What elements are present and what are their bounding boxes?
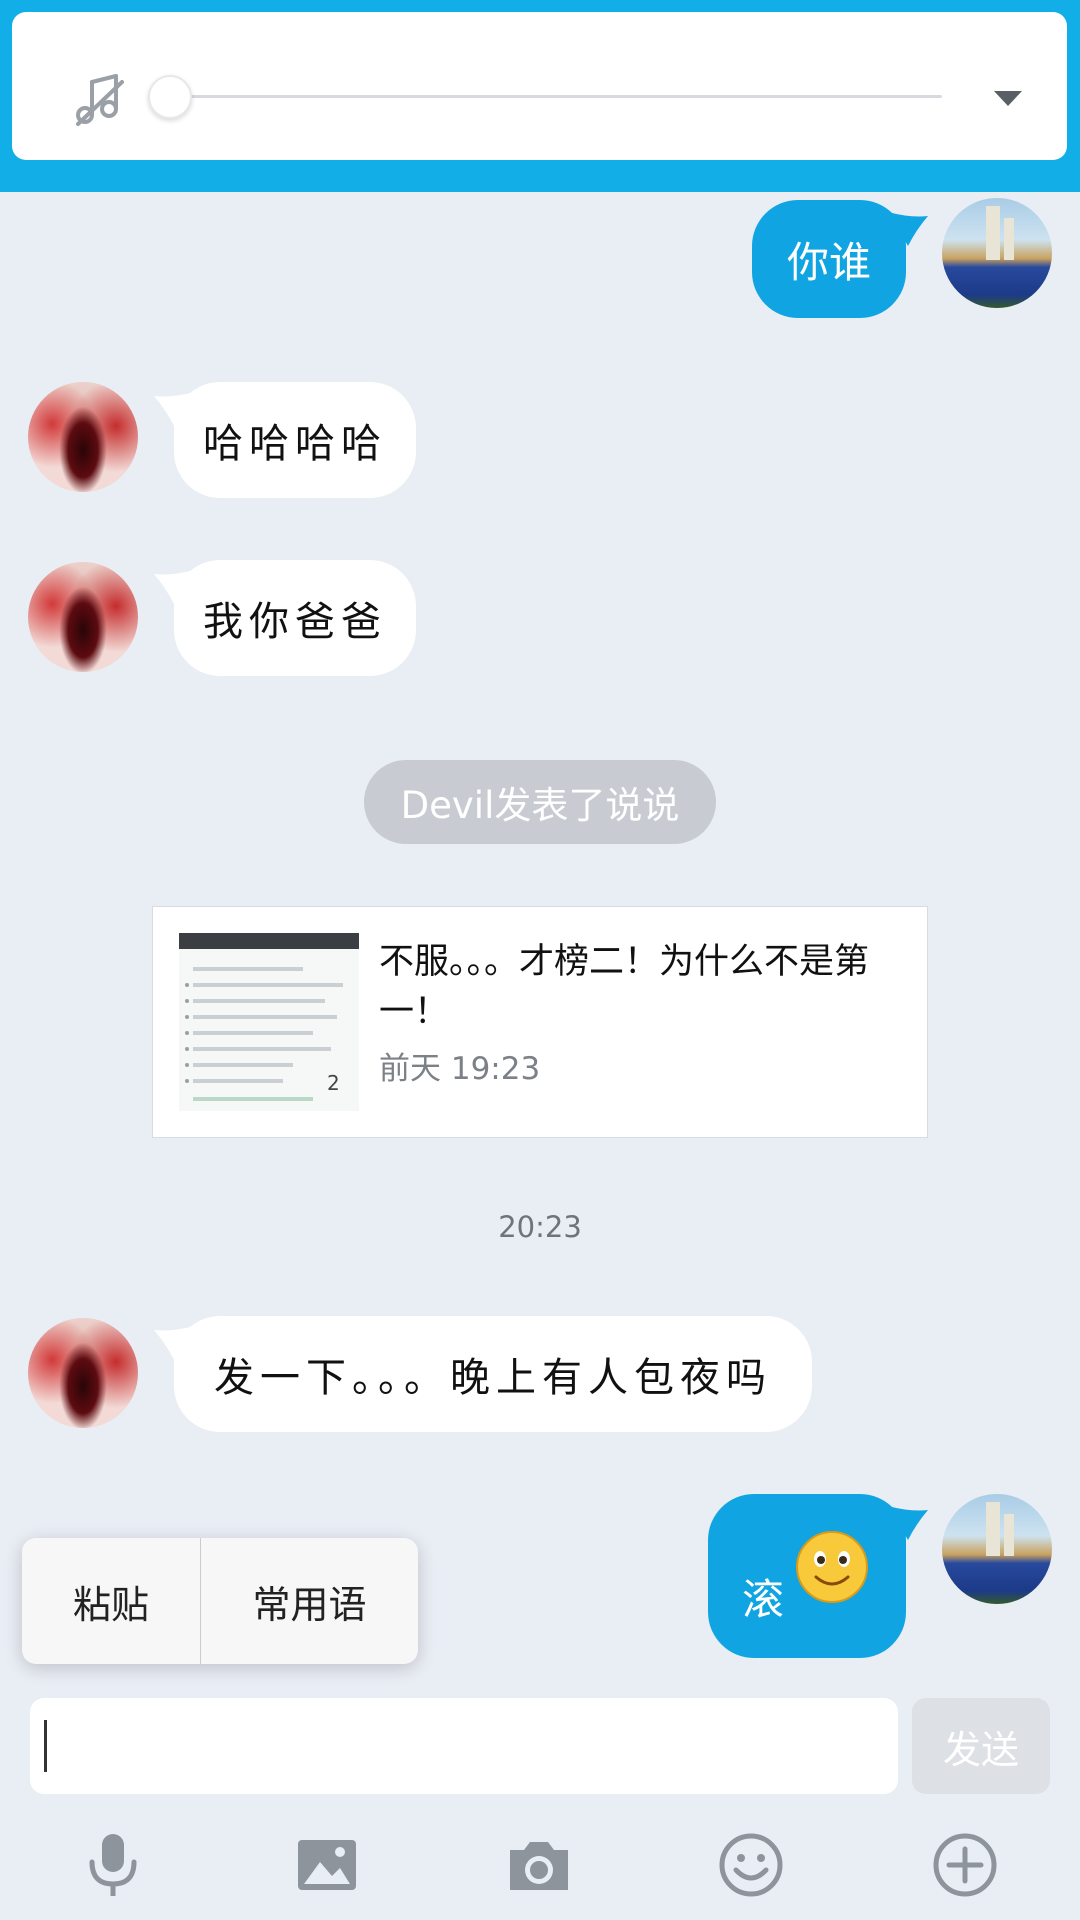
self-avatar[interactable] xyxy=(942,198,1052,308)
bubble-tail xyxy=(154,570,194,604)
context-menu: 粘贴 常用语 xyxy=(22,1538,418,1664)
image-icon[interactable] xyxy=(292,1830,362,1900)
devil-avatar[interactable] xyxy=(28,382,138,492)
system-notice[interactable]: Devil发表了说说 xyxy=(364,760,716,844)
message-text: 你谁 xyxy=(786,237,871,287)
thumbnail-line xyxy=(193,983,343,987)
bubble-tail xyxy=(888,1506,928,1540)
thumbnail-line xyxy=(193,1031,313,1035)
bubble-tail xyxy=(154,392,194,426)
thumbnail-line xyxy=(193,1079,283,1083)
thumbnail-dot xyxy=(185,1031,189,1035)
message-timestamp: 20:23 xyxy=(498,1210,582,1244)
bubble-tail xyxy=(154,1326,194,1360)
post-text: 不服。。。才榜二！为什么不是第一！ xyxy=(379,942,870,1032)
thumbnail-dot xyxy=(185,1047,189,1051)
thumbnail-line xyxy=(193,1047,331,1051)
devil-avatar[interactable] xyxy=(28,1318,138,1428)
camera-icon[interactable] xyxy=(504,1830,574,1900)
chevron-down-icon[interactable] xyxy=(992,88,1024,108)
post-thumbnail: 2 xyxy=(179,933,359,1111)
menu-item-quick-phrases[interactable]: 常用语 xyxy=(200,1538,418,1664)
menu-item-paste[interactable]: 粘贴 xyxy=(22,1538,200,1664)
thumbnail-status-bar xyxy=(179,933,359,949)
thumbnail-line xyxy=(193,967,303,971)
system-notice-text: Devil发表了说说 xyxy=(400,784,680,827)
message-text: 发一下。。。晚上有人包夜吗 xyxy=(214,1355,772,1401)
thumbnail-dot xyxy=(185,1063,189,1067)
shared-post-card[interactable]: 2 不服。。。才榜二！为什么不是第一！ 前天 19:23 xyxy=(152,906,928,1138)
emoji-icon[interactable] xyxy=(716,1830,786,1900)
thumbnail-line xyxy=(193,999,325,1003)
message-text: 我你爸爸 xyxy=(203,599,387,645)
message-bubble-in[interactable]: 哈哈哈哈 xyxy=(174,382,416,498)
message-bubble-out[interactable]: 你谁 xyxy=(752,200,906,318)
message-input[interactable] xyxy=(30,1698,898,1794)
text-caret xyxy=(44,1720,47,1772)
self-avatar[interactable] xyxy=(942,1494,1052,1604)
thumbnail-dot xyxy=(185,983,189,987)
message-bubble-in[interactable]: 发一下。。。晚上有人包夜吗 xyxy=(174,1316,812,1432)
music-player xyxy=(12,12,1067,160)
message-bubble-out[interactable]: 滚 xyxy=(708,1494,906,1658)
thumbnail-dot xyxy=(185,1015,189,1019)
message-text: 哈哈哈哈 xyxy=(203,421,387,467)
smile-emoji-icon xyxy=(794,1529,870,1615)
thumbnail-line xyxy=(193,1097,313,1101)
progress-track[interactable] xyxy=(172,95,942,98)
thumbnail-line xyxy=(193,1015,337,1019)
thumbnail-dot xyxy=(185,1079,189,1083)
thumbnail-dot xyxy=(185,999,189,1003)
thumbnail-line xyxy=(193,1063,293,1067)
message-text: 滚 xyxy=(742,1574,785,1624)
message-bubble-in[interactable]: 我你爸爸 xyxy=(174,560,416,676)
post-time: 前天 19:23 xyxy=(379,1051,541,1087)
thumbnail-badge: 2 xyxy=(327,1071,340,1095)
music-note-icon[interactable] xyxy=(72,72,128,128)
send-button[interactable]: 发送 xyxy=(912,1698,1050,1794)
microphone-icon[interactable] xyxy=(78,1830,148,1900)
plus-icon[interactable] xyxy=(930,1830,1000,1900)
bubble-tail xyxy=(888,212,928,246)
devil-avatar[interactable] xyxy=(28,562,138,672)
progress-slider-knob[interactable] xyxy=(148,75,192,119)
